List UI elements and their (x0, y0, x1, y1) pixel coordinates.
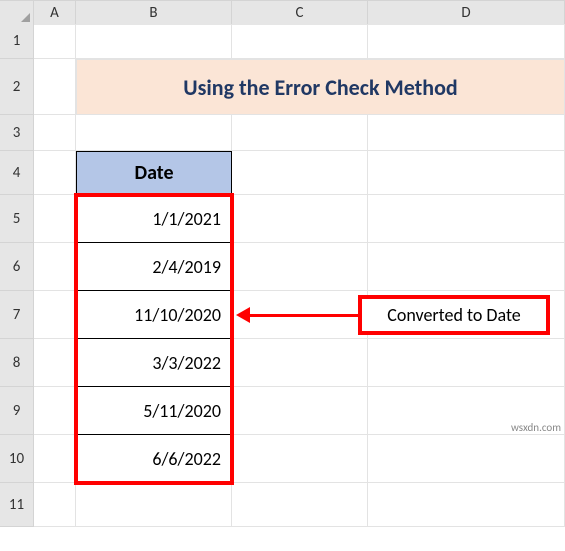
row-header-8[interactable]: 8 (0, 339, 34, 387)
cell-A8[interactable] (34, 339, 76, 387)
cell-C6[interactable] (232, 243, 368, 291)
row-header-5[interactable]: 5 (0, 195, 34, 243)
arrow-line (248, 314, 358, 317)
row-header-11[interactable]: 11 (0, 483, 34, 527)
cell-D5[interactable] (368, 195, 565, 243)
cell-C4[interactable] (232, 151, 368, 195)
callout-text: Converted to Date (387, 304, 521, 326)
cell-D8[interactable] (368, 339, 565, 387)
title-text: Using the Error Check Method (183, 74, 457, 101)
row-header-column: 1234567891011 (0, 24, 34, 527)
date-cell-3[interactable]: 11/10/2020 (76, 291, 232, 339)
cell-C5[interactable] (232, 195, 368, 243)
column-header-B[interactable]: B (76, 1, 232, 25)
row-header-9[interactable]: 9 (0, 387, 34, 435)
cell-A10[interactable] (34, 435, 76, 483)
cell-A4[interactable] (34, 151, 76, 195)
cell-C1[interactable] (232, 24, 368, 59)
date-cell-2[interactable]: 2/4/2019 (76, 243, 232, 291)
cell-C10[interactable] (232, 435, 368, 483)
cell-C9[interactable] (232, 387, 368, 435)
date-header-cell[interactable]: Date (76, 151, 232, 195)
cell-D11[interactable] (368, 483, 565, 527)
cell-A11[interactable] (34, 483, 76, 527)
date-header-label: Date (134, 161, 173, 185)
date-cell-5[interactable]: 5/11/2020 (76, 387, 232, 435)
watermark: wsxdn.com (511, 421, 561, 434)
spreadsheet: A B C D 1234567891011 Using the Error Ch… (0, 0, 565, 551)
cell-A1[interactable] (34, 24, 76, 59)
cell-D10[interactable] (368, 435, 565, 483)
column-header-A[interactable]: A (34, 1, 76, 25)
select-all-corner[interactable] (0, 1, 34, 25)
date-cell-4[interactable]: 3/3/2022 (76, 339, 232, 387)
row-header-10[interactable]: 10 (0, 435, 34, 483)
cell-C11[interactable] (232, 483, 368, 527)
row-header-2[interactable]: 2 (0, 59, 34, 115)
cell-A5[interactable] (34, 195, 76, 243)
column-header-D[interactable]: D (368, 1, 565, 25)
row-header-1[interactable]: 1 (0, 24, 34, 59)
cell-A9[interactable] (34, 387, 76, 435)
date-cell-6[interactable]: 6/6/2022 (76, 435, 232, 483)
title-banner: Using the Error Check Method (76, 59, 565, 115)
cell-B11[interactable] (76, 483, 232, 527)
cell-A3[interactable] (34, 115, 76, 151)
cell-D6[interactable] (368, 243, 565, 291)
row-header-3[interactable]: 3 (0, 115, 34, 151)
cell-D1[interactable] (368, 24, 565, 59)
cell-D4[interactable] (368, 151, 565, 195)
row-header-7[interactable]: 7 (0, 291, 34, 339)
cell-B3[interactable] (76, 115, 232, 151)
column-header-row: A B C D (0, 0, 565, 24)
cell-B1[interactable] (76, 24, 232, 59)
arrow-head-icon (236, 307, 250, 323)
cell-C3[interactable] (232, 115, 368, 151)
cell-A7[interactable] (34, 291, 76, 339)
cell-D3[interactable] (368, 115, 565, 151)
date-cell-1[interactable]: 1/1/2021 (76, 195, 232, 243)
row-header-6[interactable]: 6 (0, 243, 34, 291)
callout-box: Converted to Date (358, 295, 550, 335)
column-header-C[interactable]: C (232, 1, 368, 25)
cell-C8[interactable] (232, 339, 368, 387)
cell-A6[interactable] (34, 243, 76, 291)
cell-A2[interactable] (34, 59, 76, 115)
row-header-4[interactable]: 4 (0, 151, 34, 195)
